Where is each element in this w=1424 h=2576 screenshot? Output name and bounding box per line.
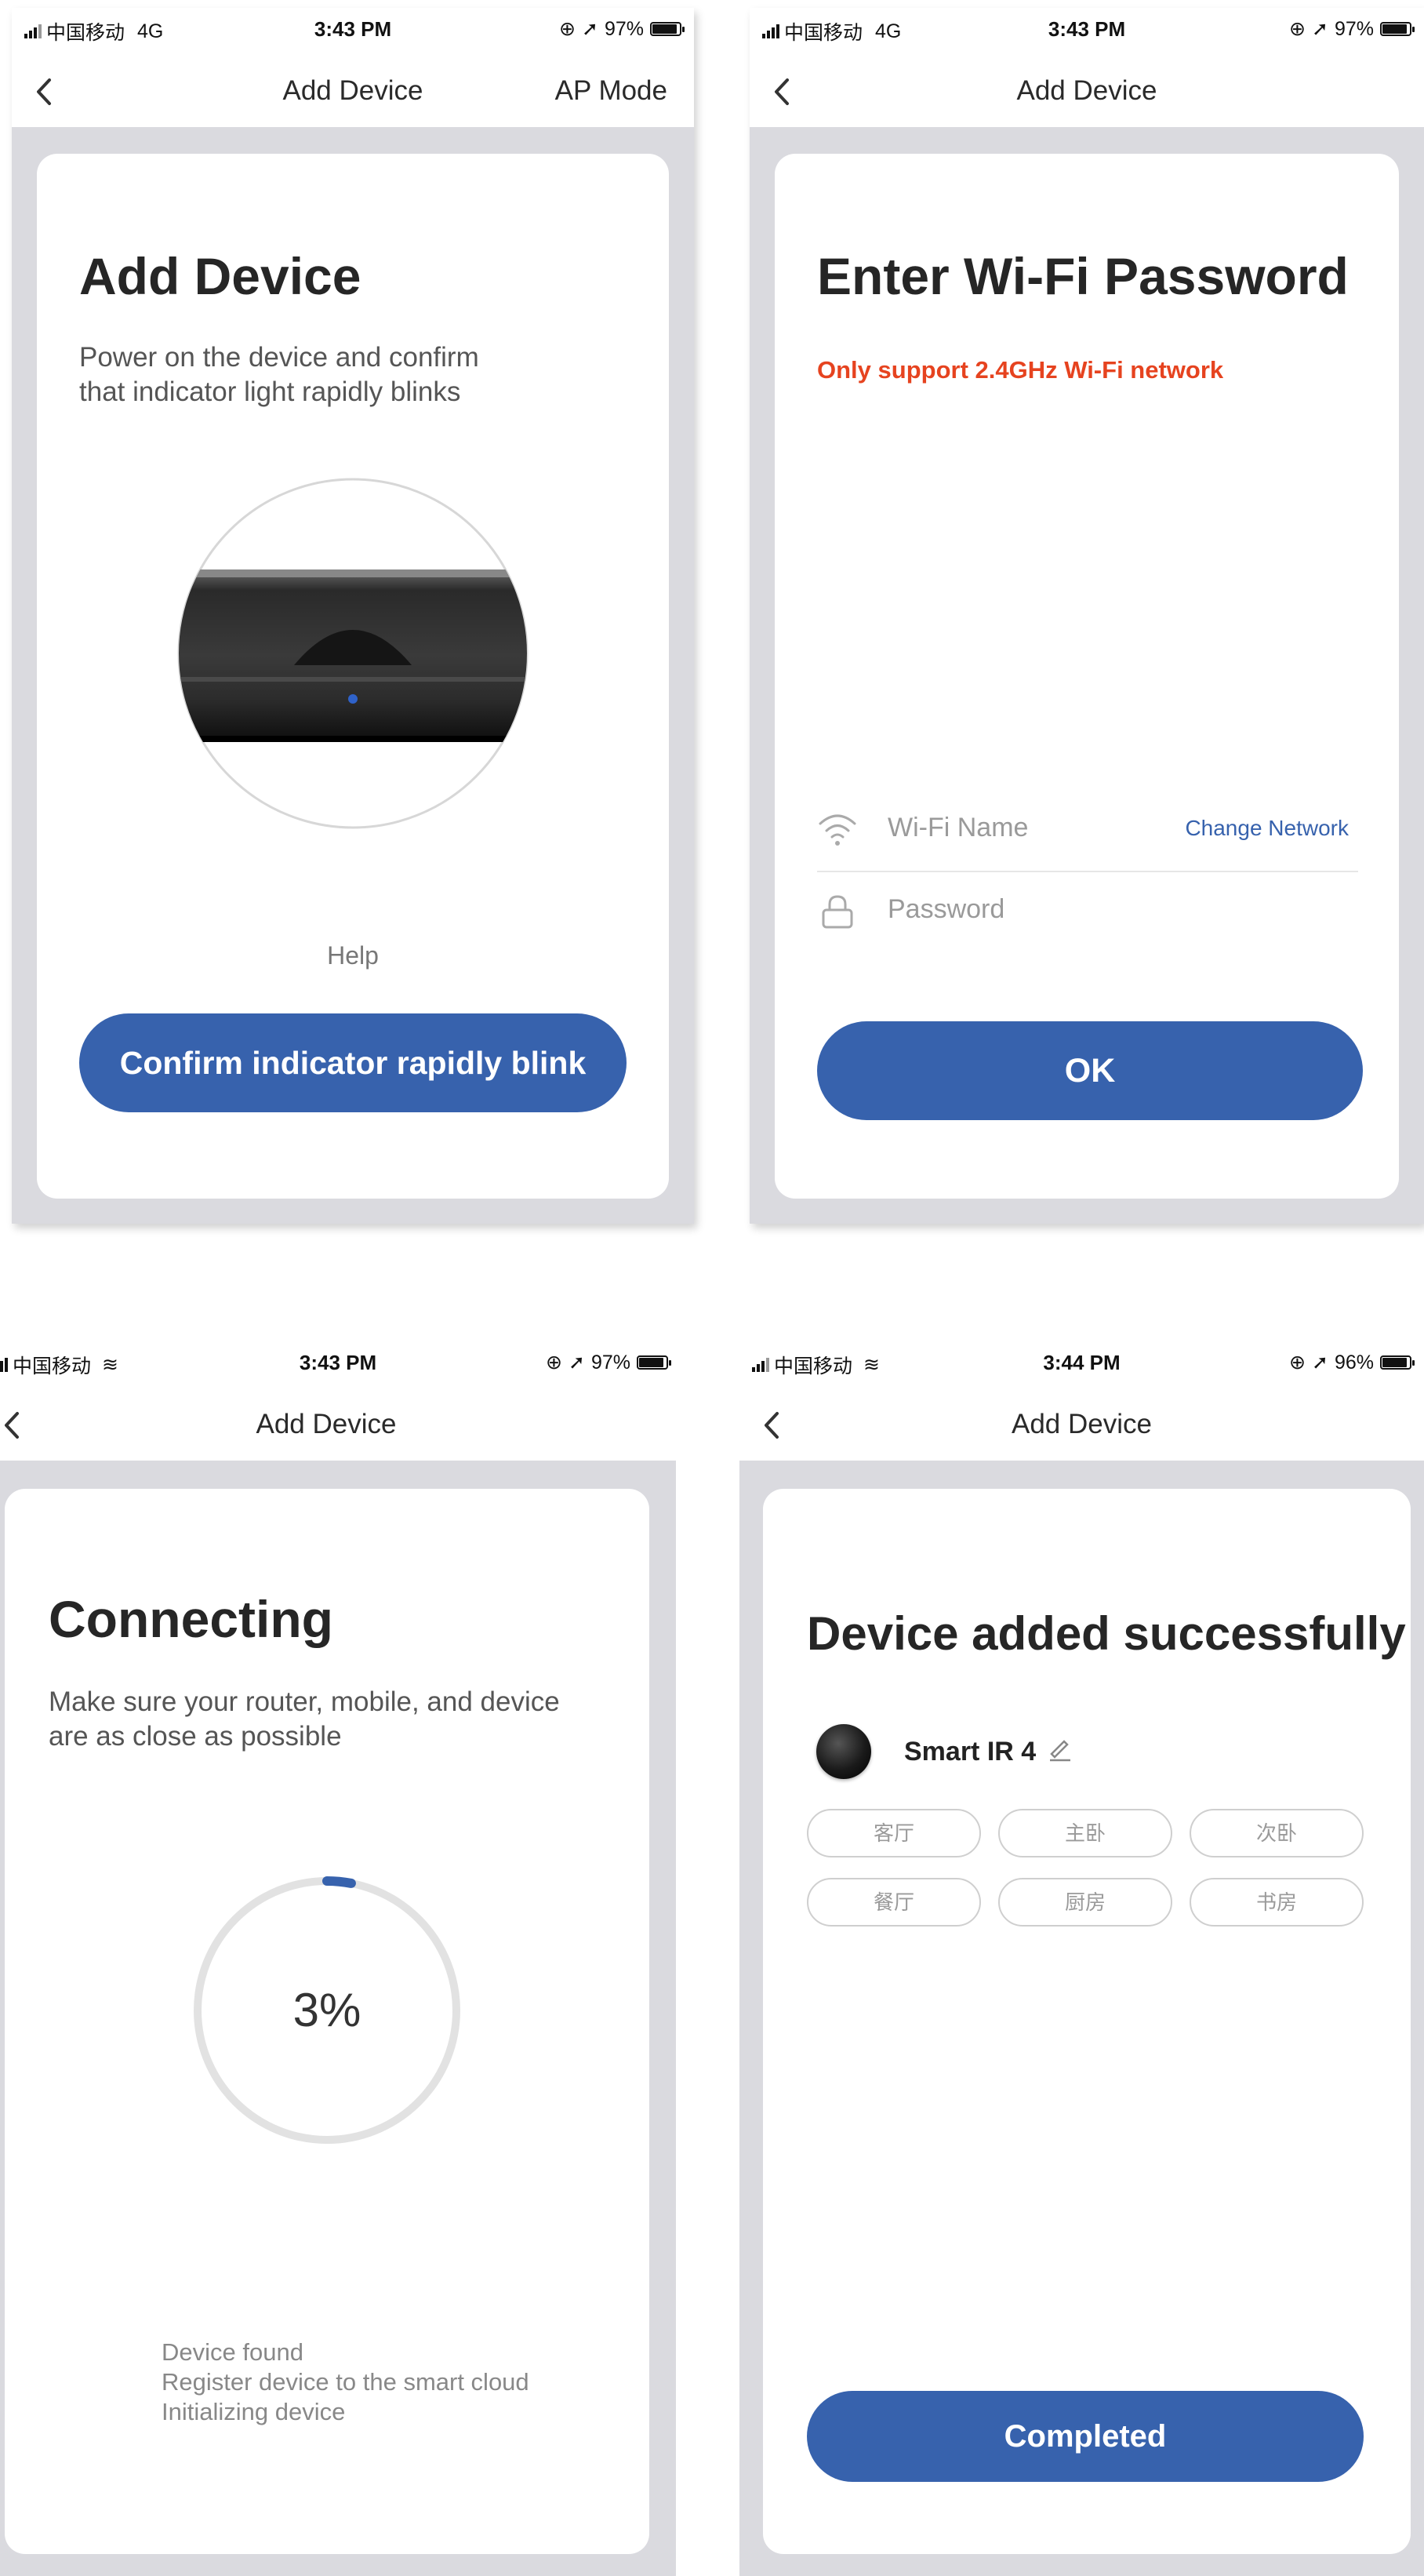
status-bar: 中国移动 4G 3:43 PM ⊕ ➚ 97% [12,8,694,55]
step-initializing: Initializing device [162,2398,346,2425]
content-card: Add Device Power on the device and confi… [37,154,669,1199]
room-tag[interactable]: 餐厅 [807,1878,981,1927]
location-icon: ➚ [1312,18,1328,40]
rotation-lock-icon: ⊕ [559,18,576,40]
device-name: Smart IR 4 [904,1737,1037,1766]
status-bar: 中国移动 ≋ 3:43 PM ⊕ ➚ 97% [0,1341,676,1388]
battery-percent: 97% [1334,17,1374,40]
device-row: Smart IR 4 [807,1719,1199,1782]
page-title: Add Device [79,247,361,305]
rotation-lock-icon: ⊕ [1289,18,1306,40]
battery-icon [637,1355,671,1370]
ap-mode-button[interactable]: AP Mode [555,75,667,107]
status-bar: 中国移动 4G 3:43 PM ⊕ ➚ 97% [750,8,1424,55]
page-title: Enter Wi-Fi Password [817,247,1349,305]
nav-bar: Add Device [739,1388,1424,1461]
nav-bar: Add Device AP Mode [12,55,694,127]
progress-ring: 3% [193,1876,461,2145]
step-device-found: Device found [162,2338,303,2366]
location-icon: ➚ [1312,1352,1328,1374]
instructions-line-1: Make sure your router, mobile, and devic… [49,1686,560,1717]
password-row[interactable]: Password [817,872,1358,951]
nav-bar: Add Device [750,55,1424,127]
screen-add-device: 中国移动 4G 3:43 PM ⊕ ➚ 97% Add Device AP Mo… [12,8,694,1224]
confirm-blink-button[interactable]: Confirm indicator rapidly blink [79,1013,627,1112]
location-icon: ➚ [582,18,598,40]
battery-icon [1380,22,1415,36]
battery-icon [1380,1355,1415,1370]
nav-title: Add Device [256,1409,397,1439]
lock-icon [822,895,853,929]
page-title: Device added successfully [807,1607,1406,1660]
help-link[interactable]: Help [37,941,669,970]
battery-percent: 96% [1334,1351,1374,1374]
edit-pencil-icon[interactable] [1047,1735,1073,1762]
nav-title: Add Device [1012,1409,1152,1439]
location-icon: ➚ [569,1352,585,1374]
step-register-cloud: Register device to the smart cloud [162,2368,529,2396]
wifi-icon [819,814,856,846]
room-tag[interactable]: 次卧 [1190,1809,1364,1857]
instructions-line-2: are as close as possible [49,1721,342,1752]
content-card: Enter Wi-Fi Password Only support 2.4GHz… [775,154,1399,1199]
battery-percent: 97% [590,1351,630,1374]
rotation-lock-icon: ⊕ [546,1352,562,1374]
password-input[interactable]: Password [888,894,1004,925]
progress-percent: 3% [293,1984,361,2036]
status-bar: 中国移动 ≋ 3:44 PM ⊕ ➚ 96% [739,1341,1424,1388]
screen-success: 中国移动 ≋ 3:44 PM ⊕ ➚ 96% Add Device Device… [739,1341,1424,2576]
device-thumbnail [816,1724,871,1779]
instructions-line-2: that indicator light rapidly blinks [79,377,461,407]
device-illustration [177,478,529,829]
frequency-warning: Only support 2.4GHz Wi-Fi network [817,356,1224,384]
instructions-line-1: Power on the device and confirm [79,342,479,373]
battery-percent: 97% [604,17,644,40]
connection-steps: Device found Register device to the smar… [162,2338,529,2427]
content-card: Device added successfully Smart IR 4 客厅 … [763,1489,1411,2554]
content-card: Connecting Make sure your router, mobile… [5,1489,649,2554]
room-tag[interactable]: 主卧 [998,1809,1172,1857]
wifi-name-input[interactable]: Wi-Fi Name [888,813,1028,843]
room-tag[interactable]: 厨房 [998,1878,1172,1927]
completed-button[interactable]: Completed [807,2391,1364,2482]
nav-bar: Add Device [0,1388,676,1461]
nav-title: Add Device [1016,75,1157,106]
change-network-link[interactable]: Change Network [1185,816,1349,841]
ok-button[interactable]: OK [817,1021,1363,1120]
screen-wifi-password: 中国移动 4G 3:43 PM ⊕ ➚ 97% Add Device Enter… [750,8,1424,1224]
rotation-lock-icon: ⊕ [1289,1352,1306,1374]
wifi-name-row[interactable]: Wi-Fi Name Change Network [817,791,1358,869]
room-tag[interactable]: 客厅 [807,1809,981,1857]
battery-icon [650,22,685,36]
page-title: Connecting [49,1590,333,1648]
screen-connecting: 中国移动 ≋ 3:43 PM ⊕ ➚ 97% Add Device Connec… [0,1341,676,2576]
room-tag[interactable]: 书房 [1190,1878,1364,1927]
